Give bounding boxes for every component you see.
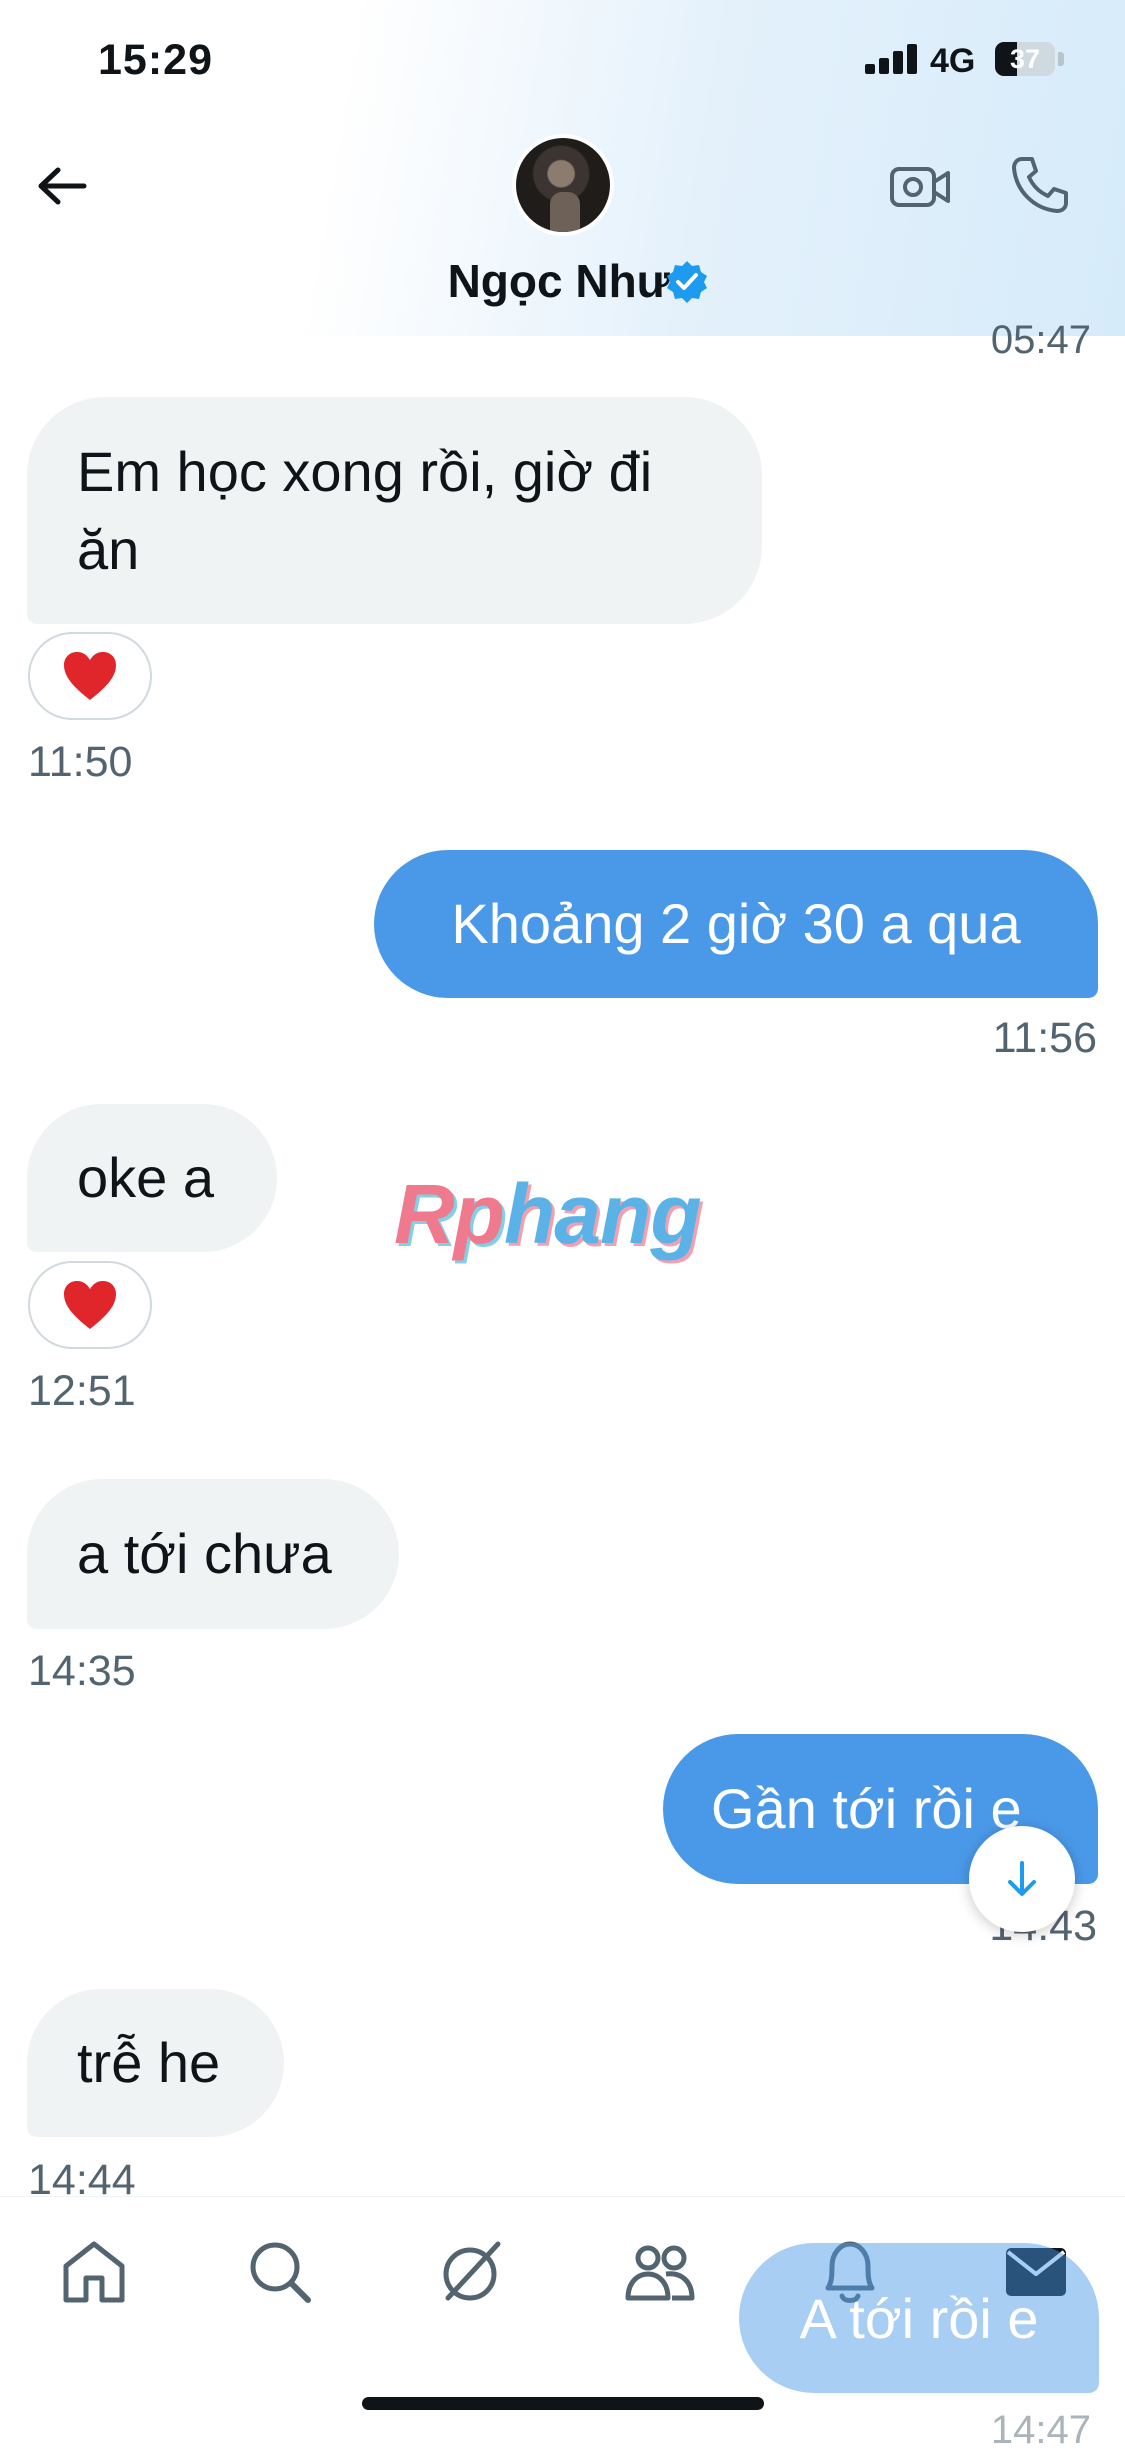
network-type: 4G xyxy=(930,42,976,80)
video-camera-icon xyxy=(890,167,950,207)
video-call-button[interactable] xyxy=(888,155,952,219)
voice-call-button[interactable] xyxy=(1008,153,1072,217)
message-time: 12:51 xyxy=(28,1367,136,1415)
home-icon[interactable] xyxy=(58,2236,130,2308)
message-time: 11:56 xyxy=(992,1014,1097,1062)
scroll-to-bottom-button[interactable] xyxy=(969,1826,1075,1932)
message-text-line: ăn xyxy=(77,518,140,581)
battery-icon: 37 xyxy=(995,42,1055,76)
outgoing-message[interactable]: Khoảng 2 giờ 30 a qua xyxy=(374,850,1098,998)
message-text: Gần tới rồi e xyxy=(711,1777,1022,1840)
grok-icon[interactable] xyxy=(434,2236,506,2308)
phone-icon xyxy=(1012,157,1068,213)
message-text: a tới chưa xyxy=(77,1522,332,1585)
message-time: 14:35 xyxy=(28,1647,136,1695)
heart-icon xyxy=(64,1281,116,1329)
message-text: A tới rồi e xyxy=(799,2286,1039,2350)
incoming-message[interactable]: trễ he xyxy=(27,1989,284,2137)
home-indicator[interactable] xyxy=(362,2397,764,2410)
heart-reaction[interactable] xyxy=(28,632,152,720)
message-time: 11:50 xyxy=(28,738,133,786)
arrow-left-icon xyxy=(38,167,87,205)
message-time: 14:47 xyxy=(990,2408,1091,2452)
back-button[interactable] xyxy=(30,156,94,220)
incoming-message[interactable]: Em học xong rồi, giờ đi ăn xyxy=(27,397,762,624)
heart-icon xyxy=(64,652,116,700)
pending-outgoing-message[interactable]: A tới rồi e xyxy=(739,2243,1099,2393)
communities-icon[interactable] xyxy=(624,2236,696,2308)
heart-reaction[interactable] xyxy=(28,1261,152,1349)
verified-badge-icon xyxy=(664,259,710,305)
status-time: 15:29 xyxy=(98,36,213,84)
incoming-message[interactable]: oke a xyxy=(27,1104,277,1252)
search-icon[interactable] xyxy=(244,2236,316,2308)
battery-tip xyxy=(1058,52,1064,66)
message-time: 05:47 xyxy=(990,318,1091,362)
incoming-message[interactable]: a tới chưa xyxy=(27,1479,399,1629)
arrow-down-icon xyxy=(1008,1861,1036,1896)
message-text: oke a xyxy=(77,1146,214,1209)
message-text: Khoảng 2 giờ 30 a qua xyxy=(451,892,1021,955)
watermark-text: hang xyxy=(503,1167,702,1261)
watermark-text: Rp xyxy=(394,1167,505,1261)
contact-name[interactable]: Ngọc Như xyxy=(300,254,670,308)
signal-icon xyxy=(865,44,917,74)
message-text: trễ he xyxy=(77,2031,221,2094)
message-text-line: Em học xong rồi, giờ đi xyxy=(77,440,653,503)
battery-level: 37 xyxy=(1009,44,1041,74)
avatar[interactable] xyxy=(512,134,614,236)
watermark-logo: Rphang xyxy=(394,1166,702,1263)
